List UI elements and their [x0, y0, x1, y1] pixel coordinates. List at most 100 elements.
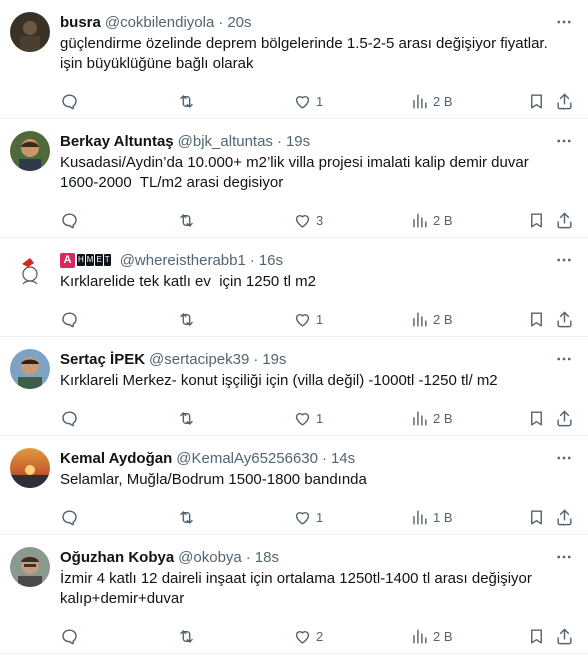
tweet-actions: 1 1 B: [60, 500, 574, 534]
avatar[interactable]: [10, 547, 50, 587]
reply-button[interactable]: [60, 302, 79, 336]
badge-letter: H: [77, 254, 85, 266]
like-button[interactable]: 2: [293, 619, 323, 653]
bookmark-icon: [527, 211, 546, 230]
separator-dot: ·: [276, 132, 282, 150]
timestamp[interactable]: 16s: [259, 252, 283, 269]
view-count: 2 B: [433, 410, 453, 426]
like-button[interactable]: 3: [293, 203, 323, 237]
like-count: 1: [316, 509, 324, 525]
analytics-icon: [410, 92, 429, 111]
timestamp[interactable]: 14s: [331, 450, 355, 467]
timestamp[interactable]: 20s: [227, 14, 251, 31]
reply-button[interactable]: [60, 84, 79, 118]
like-button[interactable]: 1: [293, 500, 323, 534]
share-icon: [555, 508, 574, 527]
more-options-icon[interactable]: [554, 250, 574, 270]
display-name[interactable]: Sertaç İPEK: [60, 351, 145, 368]
reply-icon: [60, 508, 79, 527]
bookmark-button[interactable]: [527, 84, 546, 118]
avatar[interactable]: [10, 349, 50, 389]
more-options-icon[interactable]: [554, 131, 574, 151]
tweet-header: Berkay Altuntaş @bjk_altuntas · 19s: [60, 131, 574, 151]
retweet-button[interactable]: [177, 401, 196, 435]
view-count: 2 B: [433, 628, 453, 644]
retweet-icon: [177, 92, 196, 111]
more-options-icon[interactable]: [554, 349, 574, 369]
retweet-button[interactable]: [177, 302, 196, 336]
share-button[interactable]: [555, 500, 574, 534]
reply-button[interactable]: [60, 500, 79, 534]
reply-button[interactable]: [60, 203, 79, 237]
views-button[interactable]: 2 B: [410, 302, 453, 336]
tweet-actions: 3 2 B: [60, 203, 574, 237]
like-button[interactable]: 1: [293, 84, 323, 118]
user-handle[interactable]: @sertacipek39: [149, 351, 249, 368]
bookmark-button[interactable]: [527, 302, 546, 336]
tweet[interactable]: Oğuzhan Kobya @okobya · 18s İzmir 4 katl…: [0, 535, 588, 654]
user-handle[interactable]: @okobya: [178, 549, 242, 566]
reply-button[interactable]: [60, 619, 79, 653]
retweet-button[interactable]: [177, 500, 196, 534]
reply-button[interactable]: [60, 401, 79, 435]
bookmark-icon: [527, 508, 546, 527]
share-button[interactable]: [555, 203, 574, 237]
display-name[interactable]: busra: [60, 14, 101, 31]
views-button[interactable]: 2 B: [410, 84, 453, 118]
bookmark-button[interactable]: [527, 619, 546, 653]
like-button[interactable]: 1: [293, 302, 323, 336]
avatar[interactable]: [10, 12, 50, 52]
retweet-button[interactable]: [177, 619, 196, 653]
avatar[interactable]: [10, 131, 50, 171]
timestamp[interactable]: 19s: [262, 351, 286, 368]
tweet-text: Kırklarelide tek katlı ev için 1250 tl m…: [60, 273, 316, 290]
more-options-icon[interactable]: [554, 448, 574, 468]
share-button[interactable]: [555, 84, 574, 118]
tweet[interactable]: A H M E T @whereistherabb1 · 16s Kırklar…: [0, 238, 588, 337]
tweet[interactable]: busra @cokbilendiyola · 20s güçlendirme …: [0, 0, 588, 119]
more-options-icon[interactable]: [554, 12, 574, 32]
views-button[interactable]: 2 B: [410, 203, 453, 237]
bookmark-button[interactable]: [527, 500, 546, 534]
like-count: 1: [316, 311, 324, 327]
avatar[interactable]: [10, 250, 50, 290]
user-handle[interactable]: @cokbilendiyola: [105, 14, 214, 31]
user-handle[interactable]: @whereistherabb1: [120, 252, 246, 269]
more-options-icon[interactable]: [554, 547, 574, 567]
view-count: 2 B: [433, 311, 453, 327]
avatar[interactable]: [10, 448, 50, 488]
display-name[interactable]: Oğuzhan Kobya: [60, 549, 174, 566]
display-name[interactable]: Kemal Aydoğan: [60, 450, 172, 467]
bookmark-button[interactable]: [527, 203, 546, 237]
separator-dot: ·: [245, 548, 251, 566]
retweet-button[interactable]: [177, 84, 196, 118]
retweet-icon: [177, 310, 196, 329]
view-count: 2 B: [433, 93, 453, 109]
user-handle[interactable]: @KemalAy65256630: [176, 450, 318, 467]
retweet-button[interactable]: [177, 203, 196, 237]
display-name-badge[interactable]: A H M E T: [60, 252, 112, 268]
heart-icon: [293, 627, 312, 646]
like-button[interactable]: 1: [293, 401, 323, 435]
tweet[interactable]: Sertaç İPEK @sertacipek39 · 19s Kırklare…: [0, 337, 588, 436]
timestamp[interactable]: 19s: [286, 133, 310, 150]
heart-icon: [293, 409, 312, 428]
display-name[interactable]: Berkay Altuntaş: [60, 133, 174, 150]
tweet[interactable]: Berkay Altuntaş @bjk_altuntas · 19s Kusa…: [0, 119, 588, 238]
like-count: 1: [316, 410, 324, 426]
share-button[interactable]: [555, 401, 574, 435]
views-button[interactable]: 1 B: [410, 500, 453, 534]
bookmark-button[interactable]: [527, 401, 546, 435]
user-handle[interactable]: @bjk_altuntas: [178, 133, 273, 150]
share-icon: [555, 310, 574, 329]
bookmark-icon: [527, 310, 546, 329]
tweet[interactable]: Kemal Aydoğan @KemalAy65256630 · 14s Sel…: [0, 436, 588, 535]
separator-dot: ·: [253, 350, 259, 368]
share-button[interactable]: [555, 619, 574, 653]
views-button[interactable]: 2 B: [410, 619, 453, 653]
share-button[interactable]: [555, 302, 574, 336]
timestamp[interactable]: 18s: [255, 549, 279, 566]
analytics-icon: [410, 627, 429, 646]
views-button[interactable]: 2 B: [410, 401, 453, 435]
badge-letter: M: [85, 254, 95, 266]
